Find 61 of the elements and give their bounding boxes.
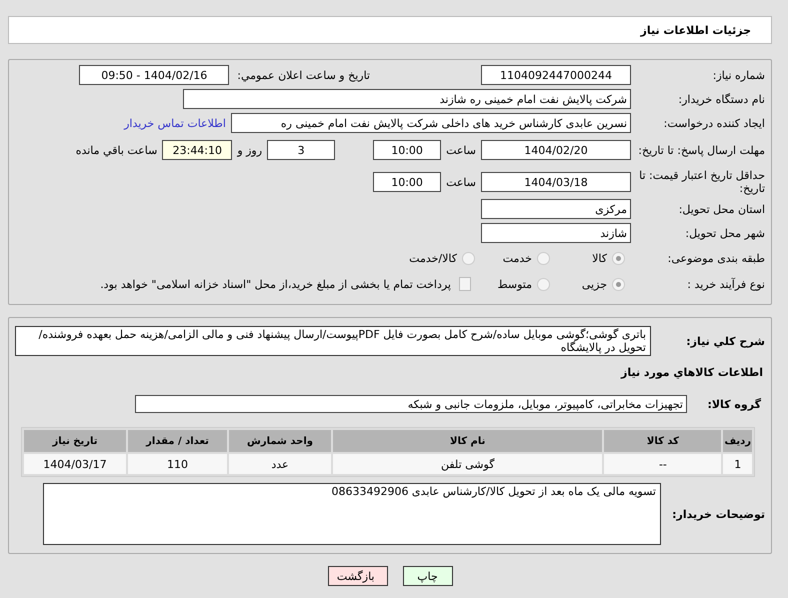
checkbox-label: پرداخت تمام یا بخشی از مبلغ خرید،از محل "اسناد خزانه اسلامی" خواهد بود. xyxy=(100,278,451,290)
radio-button[interactable] xyxy=(462,252,475,264)
field-label: طبقه بندی موضوعی: xyxy=(666,252,766,264)
input-field[interactable]: شازند xyxy=(481,223,631,243)
column-header: تعداد / مقدار xyxy=(128,430,227,452)
table-cell: عدد xyxy=(229,454,331,474)
option-label: کالا/خدمت xyxy=(409,252,457,264)
contact-link[interactable]: اطلاعات تماس خریدار xyxy=(124,116,231,130)
description-box[interactable]: باتری گوشی؛گوشی موبایل ساده/شرح کامل بصورت فایل PDFپیوست/ارسال پیشنهاد فنی و مالی الزامی/هزینه حمل بعهده فروشنده/تحویل در پالایشگاه xyxy=(15,326,651,356)
time-label: ساعت xyxy=(445,176,477,188)
field-label: شرح کلي نیاز: xyxy=(685,334,766,348)
field-label: ایجاد کننده درخواست: xyxy=(662,116,766,130)
input-field[interactable]: 1104092447000244 xyxy=(481,65,631,85)
input-field[interactable]: شرکت پالایش نفت امام خمینی ره شازند xyxy=(183,89,631,109)
input-field[interactable]: 1404/03/18 xyxy=(481,172,631,192)
field-label: تاریخ و ساعت اعلان عمومي: xyxy=(236,68,371,82)
field-label: نام دستگاه خریدار: xyxy=(677,92,766,106)
option-label: خدمت xyxy=(502,252,532,264)
option-label: جزیی xyxy=(582,278,607,290)
radio-button[interactable] xyxy=(537,278,550,290)
print-button[interactable]: چاپ xyxy=(402,566,452,586)
table-cell: -- xyxy=(604,454,722,474)
radio-button[interactable] xyxy=(612,252,625,264)
field-label: استان محل تحویل: xyxy=(678,202,766,216)
input-field[interactable]: 10:00 xyxy=(373,172,442,192)
field-label: مهلت ارسال پاسخ: تا تاریخ: xyxy=(637,144,766,156)
input-field[interactable]: 1404/02/16 - 09:50 xyxy=(79,65,230,85)
radio-button[interactable] xyxy=(612,278,625,290)
option-label: متوسط xyxy=(497,278,532,290)
input-field[interactable]: نسرین عابدی کارشناس خرید های داخلی شرکت پالایش نفت امام خمینی ره xyxy=(231,113,631,133)
radio-button[interactable] xyxy=(537,252,550,264)
input-field[interactable]: 1404/02/20 xyxy=(481,140,631,160)
column-header: واحد شمارش xyxy=(229,430,331,452)
column-header: تاریخ نیاز xyxy=(24,430,126,452)
table-cell: 1 xyxy=(723,454,752,474)
field-label: گروه کالا: xyxy=(706,398,762,410)
option-label: کالا xyxy=(592,252,607,264)
checkbox[interactable] xyxy=(459,277,471,291)
input-field[interactable]: تجهیزات مخابراتی، کامپیوتر، موبایل، ملزومات جانبی و شبکه xyxy=(135,395,687,413)
table-cell: 110 xyxy=(128,454,227,474)
notes-box[interactable]: تسویه مالی یک ماه بعد از تحویل کالا/کارشناس عابدی 08633492906 xyxy=(43,483,661,545)
column-header: کد کالا xyxy=(604,430,722,452)
back-button[interactable]: بازگشت xyxy=(328,566,388,586)
remaining-label: ساعت باقي مانده xyxy=(74,144,158,156)
input-field[interactable]: مرکزی xyxy=(481,199,631,219)
time-label: ساعت xyxy=(445,144,477,156)
days-field[interactable]: 3 xyxy=(267,140,336,160)
field-label: توضیحات خریدار: xyxy=(671,508,766,520)
field-label: حداقل تاریخ اعتبار قیمت: تا تاریخ: xyxy=(638,169,766,195)
input-field[interactable]: 10:00 xyxy=(373,140,442,160)
field-label: نوع فرآیند خرید : xyxy=(686,278,766,290)
section-title: اطلاعات کالاهاي مورد نیاز xyxy=(620,365,764,381)
page-title: جزئیات اطلاعات نیاز xyxy=(640,24,751,36)
remaining-time-field[interactable]: 23:44:10 xyxy=(162,140,232,160)
table-cell: 1404/03/17 xyxy=(24,454,126,474)
column-header: ردیف xyxy=(723,430,752,452)
field-label: شماره نیاز: xyxy=(712,68,766,82)
column-header: نام کالا xyxy=(333,430,602,452)
table-cell: گوشی تلفن xyxy=(333,454,602,474)
days-label: روز و xyxy=(236,144,264,156)
field-label: شهر محل تحویل: xyxy=(684,226,766,240)
